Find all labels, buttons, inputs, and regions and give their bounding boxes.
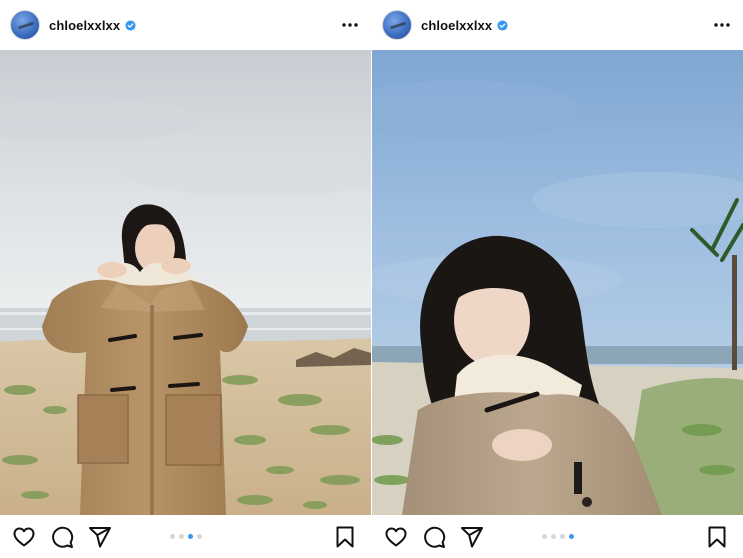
post-card-left: chloelxxlxx bbox=[0, 0, 371, 558]
share-icon[interactable] bbox=[460, 525, 484, 549]
more-options-icon[interactable] bbox=[339, 14, 361, 36]
carousel-dot bbox=[550, 534, 556, 539]
carousel-dot bbox=[559, 534, 565, 539]
post-actions-bar bbox=[372, 515, 743, 558]
username[interactable]: chloelxxlxx bbox=[421, 18, 492, 33]
bookmark-icon[interactable] bbox=[705, 525, 729, 549]
carousel-indicator bbox=[541, 534, 574, 539]
comment-icon[interactable] bbox=[50, 525, 74, 549]
more-options-icon[interactable] bbox=[711, 14, 733, 36]
post-card-right: chloelxxlxx bbox=[372, 0, 743, 558]
share-icon[interactable] bbox=[88, 525, 112, 549]
avatar[interactable] bbox=[10, 10, 40, 40]
post-header: chloelxxlxx bbox=[372, 0, 743, 50]
post-actions-bar bbox=[0, 515, 371, 558]
post-photo-beach-coat[interactable] bbox=[0, 50, 371, 515]
carousel-dot bbox=[169, 534, 175, 539]
verified-badge-icon bbox=[125, 19, 136, 31]
carousel-dot bbox=[196, 534, 202, 539]
verified-badge-icon bbox=[497, 19, 508, 31]
post-header: chloelxxlxx bbox=[0, 0, 371, 50]
avatar[interactable] bbox=[382, 10, 412, 40]
carousel-dot bbox=[541, 534, 547, 539]
comment-icon[interactable] bbox=[422, 525, 446, 549]
bookmark-icon[interactable] bbox=[333, 525, 357, 549]
carousel-dot bbox=[178, 534, 184, 539]
heart-icon[interactable] bbox=[384, 525, 408, 549]
instagram-posts-pair: chloelxxlxx chloelxxlxx bbox=[0, 0, 743, 558]
post-photo-crouching-portrait[interactable] bbox=[372, 50, 743, 515]
carousel-indicator bbox=[169, 534, 202, 539]
carousel-dot-active bbox=[568, 534, 574, 539]
username[interactable]: chloelxxlxx bbox=[49, 18, 120, 33]
carousel-dot-active bbox=[187, 534, 193, 539]
heart-icon[interactable] bbox=[12, 525, 36, 549]
